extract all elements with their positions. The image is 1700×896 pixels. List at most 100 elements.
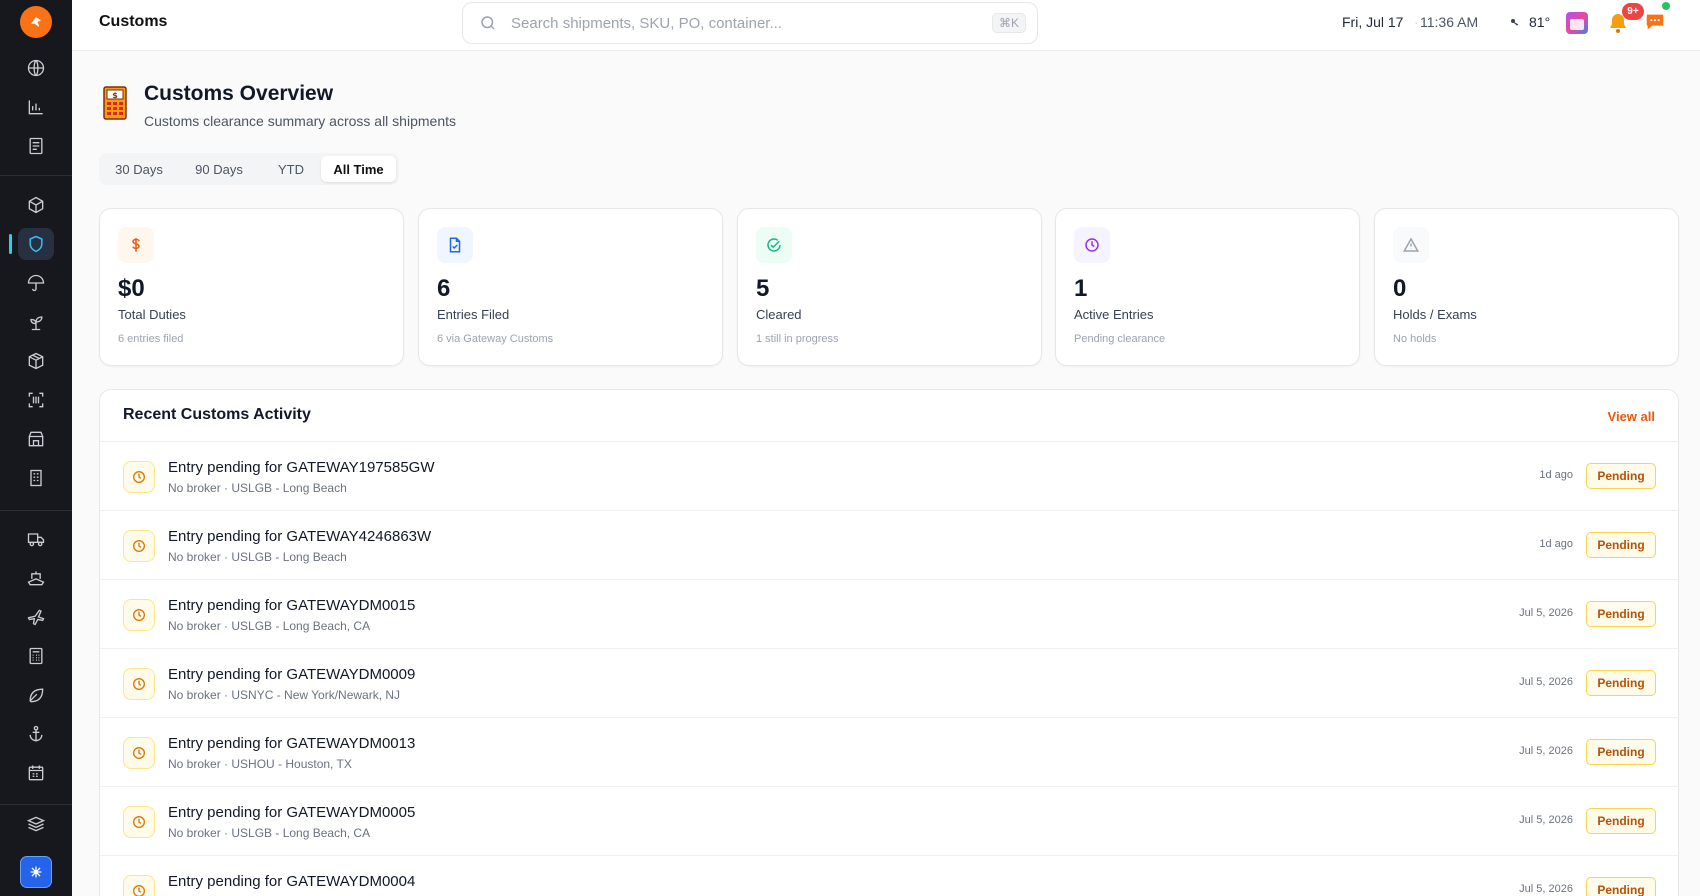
umbrella-icon[interactable] bbox=[18, 267, 54, 299]
stat-card-active-entries[interactable]: 1 Active Entries Pending clearance bbox=[1055, 208, 1360, 366]
activity-title: Entry pending for GATEWAYDM0004 bbox=[168, 873, 416, 890]
status-badge: Pending bbox=[1586, 808, 1656, 834]
activity-time: 1d ago bbox=[1539, 469, 1573, 481]
stat-label: Holds / Exams bbox=[1393, 307, 1477, 322]
time-range-tabs: 30 Days 90 Days YTD All Time bbox=[99, 153, 399, 185]
notification-badge: 9+ bbox=[1622, 3, 1644, 20]
panel-title: Recent Customs Activity bbox=[123, 406, 311, 423]
clock-icon bbox=[1074, 227, 1110, 263]
date-time-separator: · bbox=[1414, 14, 1419, 30]
stat-value: 6 bbox=[437, 275, 451, 302]
activity-time: Jul 5, 2026 bbox=[1519, 676, 1573, 688]
app-logo[interactable] bbox=[20, 6, 52, 38]
activity-subtitle: No broker · USLGB - Long Beach bbox=[168, 481, 347, 495]
clock-icon bbox=[123, 668, 155, 700]
activity-time: 1d ago bbox=[1539, 538, 1573, 550]
online-status-dot bbox=[1662, 2, 1670, 10]
clock-icon bbox=[123, 806, 155, 838]
stat-label: Cleared bbox=[756, 307, 802, 322]
search-input[interactable]: Search shipments, SKU, PO, container... … bbox=[462, 2, 1038, 44]
tab-90-days[interactable]: 90 Days bbox=[183, 153, 255, 185]
temperature: 81° bbox=[1529, 14, 1551, 30]
activity-title: Entry pending for GATEWAYDM0005 bbox=[168, 804, 416, 821]
weather-icon bbox=[1511, 19, 1519, 26]
current-date: Fri, Jul 17 bbox=[1342, 14, 1404, 30]
current-time: 11:36 AM bbox=[1420, 14, 1479, 30]
activity-row[interactable]: Entry pending for GATEWAYDM0013 No broke… bbox=[100, 718, 1678, 787]
search-shortcut: ⌘K bbox=[991, 13, 1026, 33]
status-badge: Pending bbox=[1586, 670, 1656, 696]
activity-time: Jul 5, 2026 bbox=[1519, 814, 1573, 826]
tab-ytd[interactable]: YTD bbox=[263, 153, 319, 185]
activity-title: Entry pending for GATEWAY4246863W bbox=[168, 528, 432, 545]
globe-icon[interactable] bbox=[18, 52, 54, 84]
search-placeholder: Search shipments, SKU, PO, container... bbox=[511, 14, 782, 32]
sidebar bbox=[0, 0, 72, 896]
stat-value: 0 bbox=[1393, 275, 1407, 302]
customs-calculator-icon: $ bbox=[103, 86, 127, 120]
status-badge: Pending bbox=[1586, 601, 1656, 627]
truck-icon[interactable] bbox=[18, 523, 54, 555]
document-icon[interactable] bbox=[18, 130, 54, 162]
stat-card-cleared[interactable]: 5 Cleared 1 still in progress bbox=[737, 208, 1042, 366]
cube-icon[interactable] bbox=[18, 189, 54, 221]
stat-card-total-duties[interactable]: $0 Total Duties 6 entries filed bbox=[99, 208, 404, 366]
calendar-app-icon[interactable] bbox=[1566, 12, 1588, 34]
clock-icon bbox=[123, 737, 155, 769]
stat-subtext: 6 via Gateway Customs bbox=[437, 333, 554, 345]
chat-icon[interactable] bbox=[1643, 11, 1667, 33]
calculator-icon[interactable] bbox=[18, 640, 54, 672]
page-title: Customs Overview bbox=[144, 82, 334, 105]
package-icon[interactable] bbox=[18, 345, 54, 377]
building-icon[interactable] bbox=[18, 462, 54, 494]
layers-icon[interactable] bbox=[18, 808, 54, 840]
status-badge: Pending bbox=[1586, 463, 1656, 489]
activity-row[interactable]: Entry pending for GATEWAY4246863W No bro… bbox=[100, 511, 1678, 580]
stat-card-holds-exams[interactable]: 0 Holds / Exams No holds bbox=[1374, 208, 1679, 366]
ship-icon[interactable] bbox=[18, 562, 54, 594]
calendar-icon[interactable] bbox=[18, 757, 54, 789]
activity-title: Entry pending for GATEWAY197585GW bbox=[168, 459, 435, 476]
search-icon bbox=[481, 16, 495, 30]
activity-row[interactable]: Entry pending for GATEWAYDM0009 No broke… bbox=[100, 649, 1678, 718]
activity-row[interactable]: Entry pending for GATEWAY197585GW No bro… bbox=[100, 442, 1678, 511]
stat-card-entries-filed[interactable]: 6 Entries Filed 6 via Gateway Customs bbox=[418, 208, 723, 366]
activity-row[interactable]: Entry pending for GATEWAYDM0004 Jul 5, 2… bbox=[100, 856, 1678, 896]
check-circle-icon bbox=[756, 227, 792, 263]
activity-time: Jul 5, 2026 bbox=[1519, 883, 1573, 895]
store-icon[interactable] bbox=[18, 423, 54, 455]
activity-time: Jul 5, 2026 bbox=[1519, 607, 1573, 619]
page-label: Customs bbox=[99, 13, 168, 30]
activity-row[interactable]: Entry pending for GATEWAYDM0005 No broke… bbox=[100, 787, 1678, 856]
stat-subtext: Pending clearance bbox=[1074, 333, 1166, 345]
stat-value: 1 bbox=[1074, 275, 1088, 302]
scan-icon[interactable] bbox=[18, 384, 54, 416]
document-check-icon bbox=[437, 227, 473, 263]
assistant-button[interactable] bbox=[20, 856, 52, 888]
activity-time: Jul 5, 2026 bbox=[1519, 745, 1573, 757]
recent-activity-panel: Recent Customs Activity View all Entry p… bbox=[99, 389, 1679, 896]
activity-row[interactable]: Entry pending for GATEWAYDM0015 No broke… bbox=[100, 580, 1678, 649]
status-badge: Pending bbox=[1586, 739, 1656, 765]
tab-all-time[interactable]: All Time bbox=[321, 156, 396, 182]
activity-subtitle: No broker · USLGB - Long Beach bbox=[168, 550, 347, 564]
activity-title: Entry pending for GATEWAYDM0009 bbox=[168, 666, 416, 683]
leaf-icon[interactable] bbox=[18, 679, 54, 711]
clock-icon bbox=[123, 875, 155, 896]
activity-subtitle: No broker · USLGB - Long Beach, CA bbox=[168, 826, 371, 840]
stat-label: Active Entries bbox=[1074, 307, 1154, 322]
anchor-icon[interactable] bbox=[18, 718, 54, 750]
warning-icon bbox=[1393, 227, 1429, 263]
plane-icon[interactable] bbox=[18, 601, 54, 633]
sprout-icon[interactable] bbox=[18, 306, 54, 338]
clock-icon bbox=[123, 530, 155, 562]
top-bar: Customs Search shipments, SKU, PO, conta… bbox=[72, 0, 1700, 51]
view-all-link[interactable]: View all bbox=[1608, 409, 1655, 424]
status-badge: Pending bbox=[1586, 877, 1656, 896]
stat-label: Entries Filed bbox=[437, 307, 510, 322]
bar-chart-icon[interactable] bbox=[18, 91, 54, 123]
clock-icon bbox=[123, 461, 155, 493]
stat-label: Total Duties bbox=[118, 307, 186, 322]
shield-icon[interactable] bbox=[9, 228, 54, 260]
tab-30-days[interactable]: 30 Days bbox=[103, 153, 175, 185]
